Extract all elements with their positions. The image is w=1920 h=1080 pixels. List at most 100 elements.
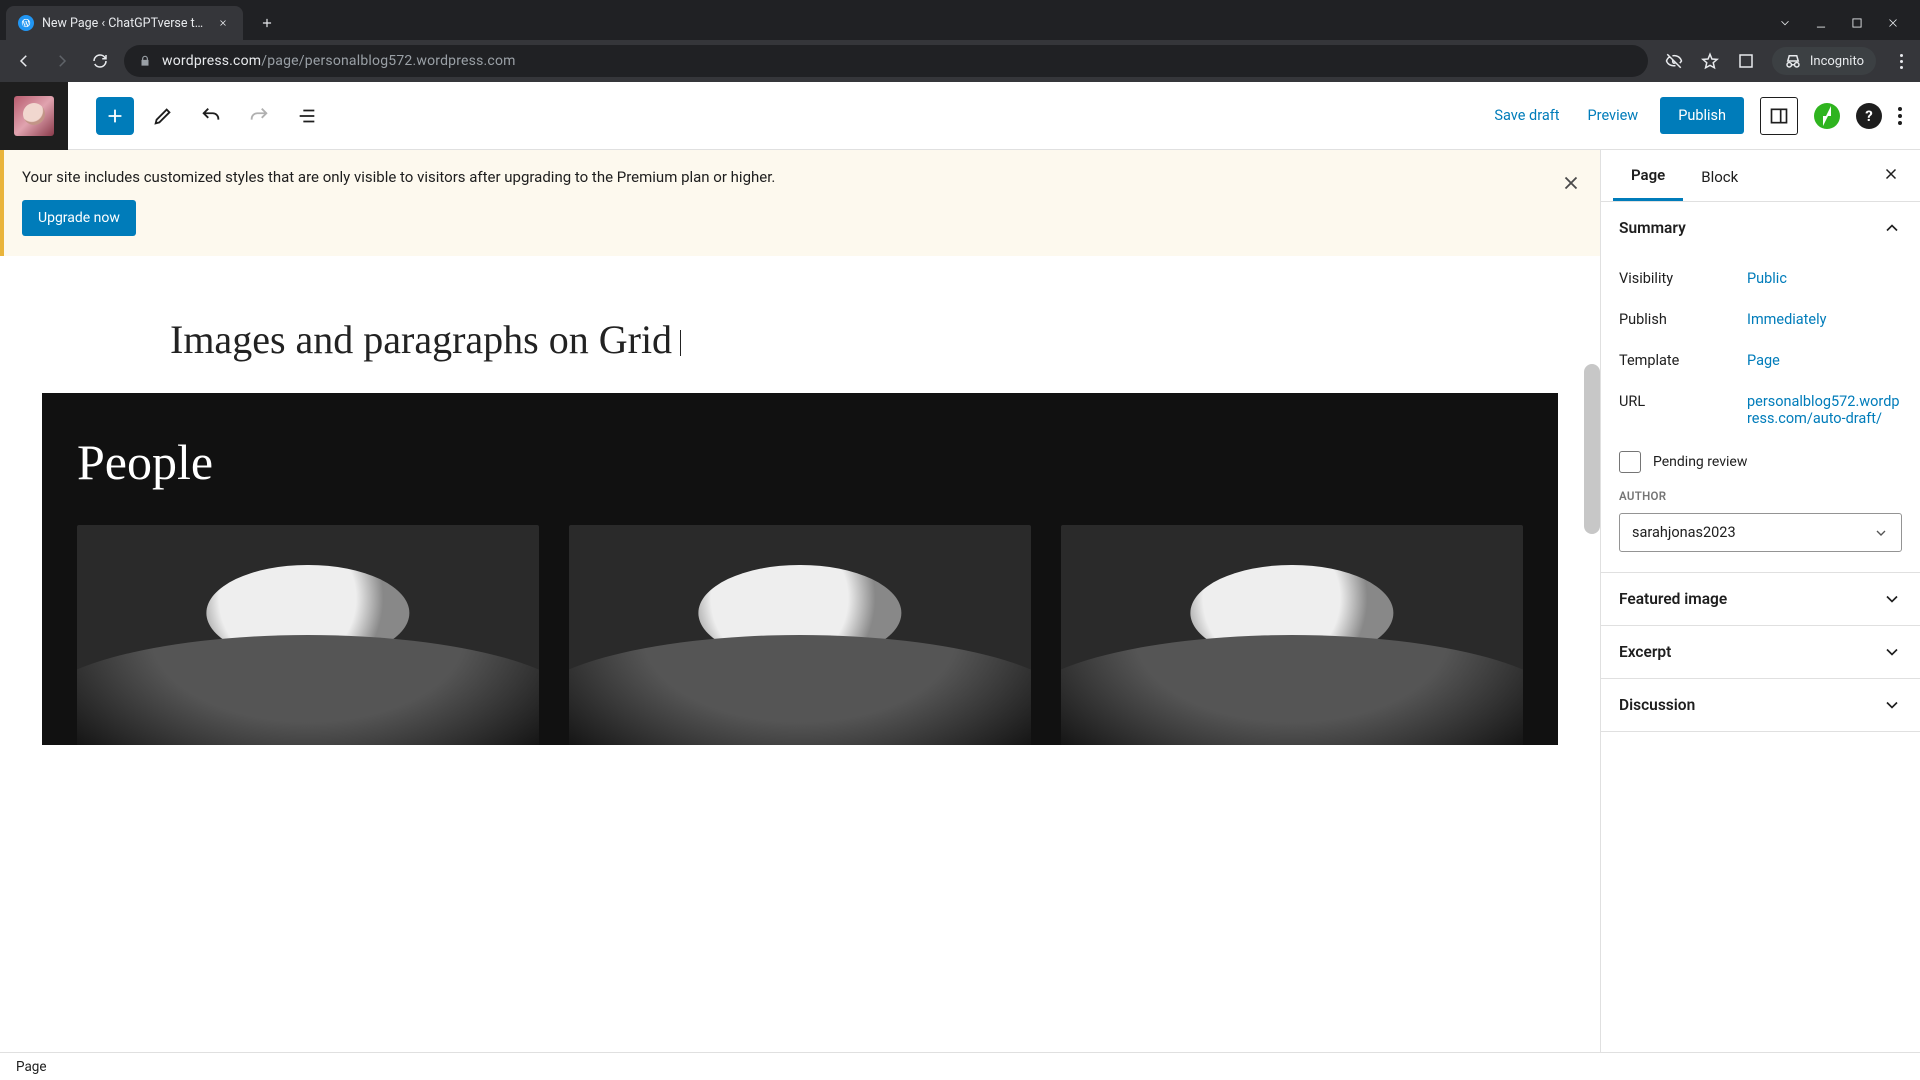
chevron-down-icon xyxy=(1873,525,1889,541)
minimize-icon[interactable] xyxy=(1814,16,1828,30)
panel-summary-title: Summary xyxy=(1619,219,1686,237)
chevron-up-icon xyxy=(1882,218,1902,238)
url-value[interactable]: personalblog572.wordpress.com/auto-draft… xyxy=(1747,393,1902,427)
breadcrumb-text[interactable]: Page xyxy=(16,1059,47,1075)
list-icon xyxy=(296,105,318,127)
add-block-button[interactable] xyxy=(96,97,134,135)
url-text: wordpress.com/page/personalblog572.wordp… xyxy=(162,53,516,69)
wordpress-favicon-icon xyxy=(18,15,34,31)
dismiss-notice-button[interactable] xyxy=(1560,172,1582,198)
settings-sidebar-toggle[interactable] xyxy=(1760,97,1798,135)
panel-summary-body: Visibility Public Publish Immediately Te… xyxy=(1601,254,1920,572)
sidebar-tabs: Page Block xyxy=(1601,150,1920,202)
incognito-label: Incognito xyxy=(1810,54,1864,69)
tab-close-icon[interactable] xyxy=(215,15,231,31)
editor-canvas[interactable]: Images and paragraphs on Grid People xyxy=(0,256,1600,1052)
upgrade-now-button[interactable]: Upgrade now xyxy=(22,200,136,236)
jetpack-icon[interactable] xyxy=(1814,103,1840,129)
browser-tab[interactable]: New Page ‹ ChatGPTverse this ye xyxy=(6,6,243,40)
upgrade-notice: Your site includes customized styles tha… xyxy=(0,150,1600,256)
chevron-down-icon xyxy=(1882,642,1902,662)
panel-featured-image-title: Featured image xyxy=(1619,590,1727,608)
tab-page[interactable]: Page xyxy=(1613,150,1683,201)
chevron-down-icon[interactable] xyxy=(1778,16,1792,30)
close-icon xyxy=(1882,165,1900,183)
row-template: Template Page xyxy=(1619,340,1902,381)
extensions-icon[interactable] xyxy=(1736,51,1756,71)
panel-discussion-title: Discussion xyxy=(1619,696,1695,714)
image-grid xyxy=(77,525,1523,745)
footer-breadcrumb: Page xyxy=(0,1052,1920,1080)
grid-image[interactable] xyxy=(77,525,539,745)
grid-image[interactable] xyxy=(1061,525,1523,745)
page-title-input[interactable]: Images and paragraphs on Grid xyxy=(0,256,1600,393)
forward-button[interactable] xyxy=(48,47,76,75)
back-button[interactable] xyxy=(10,47,38,75)
address-row: wordpress.com/page/personalblog572.wordp… xyxy=(0,40,1920,82)
edit-tool-button[interactable] xyxy=(144,97,182,135)
text-caret-icon xyxy=(680,330,681,356)
plus-icon xyxy=(104,105,126,127)
page-title-text: Images and paragraphs on Grid xyxy=(170,317,672,362)
preview-button[interactable]: Preview xyxy=(1582,99,1645,132)
redo-icon xyxy=(248,105,270,127)
visibility-label: Visibility xyxy=(1619,270,1747,287)
template-value[interactable]: Page xyxy=(1747,352,1902,369)
browser-chrome: New Page ‹ ChatGPTverse this ye wordpres… xyxy=(0,0,1920,82)
close-sidebar-button[interactable] xyxy=(1874,157,1908,195)
publish-value[interactable]: Immediately xyxy=(1747,311,1902,328)
help-icon[interactable]: ? xyxy=(1856,103,1882,129)
vertical-scrollbar[interactable] xyxy=(1584,364,1600,534)
panel-discussion: Discussion xyxy=(1601,679,1920,732)
visibility-value[interactable]: Public xyxy=(1747,270,1902,287)
pending-review-checkbox[interactable] xyxy=(1619,451,1641,473)
panel-discussion-toggle[interactable]: Discussion xyxy=(1601,679,1920,731)
toolbar-right: Save draft Preview Publish ? xyxy=(1488,97,1920,135)
panel-excerpt-toggle[interactable]: Excerpt xyxy=(1601,626,1920,678)
close-window-icon[interactable] xyxy=(1886,16,1900,30)
addr-right-icons: Incognito xyxy=(1658,47,1910,75)
panel-summary-toggle[interactable]: Summary xyxy=(1601,202,1920,254)
panel-summary: Summary Visibility Public Publish Immedi… xyxy=(1601,202,1920,573)
cover-block[interactable]: People xyxy=(42,393,1558,745)
tab-block[interactable]: Block xyxy=(1683,152,1756,200)
maximize-icon[interactable] xyxy=(1850,16,1864,30)
editor-topbar: Save draft Preview Publish ? xyxy=(0,82,1920,150)
panel-featured-image-toggle[interactable]: Featured image xyxy=(1601,573,1920,625)
sidebar-icon xyxy=(1769,106,1789,126)
browser-menu-icon[interactable] xyxy=(1892,54,1910,69)
grid-image[interactable] xyxy=(569,525,1031,745)
address-bar[interactable]: wordpress.com/page/personalblog572.wordp… xyxy=(124,45,1648,77)
row-publish: Publish Immediately xyxy=(1619,299,1902,340)
toolbar-left xyxy=(68,97,326,135)
incognito-badge[interactable]: Incognito xyxy=(1772,47,1876,75)
reload-button[interactable] xyxy=(86,47,114,75)
save-draft-button[interactable]: Save draft xyxy=(1488,99,1565,132)
new-tab-button[interactable] xyxy=(253,9,281,37)
main-area: Your site includes customized styles tha… xyxy=(0,150,1920,1052)
undo-button[interactable] xyxy=(192,97,230,135)
pencil-icon xyxy=(152,105,174,127)
more-options-button[interactable] xyxy=(1898,107,1902,125)
editor-column: Your site includes customized styles tha… xyxy=(0,150,1600,1052)
author-select[interactable]: sarahjonas2023 xyxy=(1619,513,1902,552)
publish-label: Publish xyxy=(1619,311,1747,328)
tab-title: New Page ‹ ChatGPTverse this ye xyxy=(42,16,207,31)
incognito-icon xyxy=(1784,52,1802,70)
author-value: sarahjonas2023 xyxy=(1632,524,1736,541)
pending-review-row[interactable]: Pending review xyxy=(1619,439,1902,485)
document-overview-button[interactable] xyxy=(288,97,326,135)
row-visibility: Visibility Public xyxy=(1619,258,1902,299)
site-home-button[interactable] xyxy=(0,82,68,150)
block-heading[interactable]: People xyxy=(77,433,1523,491)
settings-sidebar: Page Block Summary Visibility Public Pub… xyxy=(1600,150,1920,1052)
undo-icon xyxy=(200,105,222,127)
chevron-down-icon xyxy=(1882,695,1902,715)
star-icon[interactable] xyxy=(1700,51,1720,71)
site-avatar-icon xyxy=(14,96,54,136)
row-url: URL personalblog572.wordpress.com/auto-d… xyxy=(1619,381,1902,439)
eye-off-icon[interactable] xyxy=(1664,51,1684,71)
publish-button[interactable]: Publish xyxy=(1660,97,1744,134)
redo-button[interactable] xyxy=(240,97,278,135)
url-label: URL xyxy=(1619,393,1747,427)
